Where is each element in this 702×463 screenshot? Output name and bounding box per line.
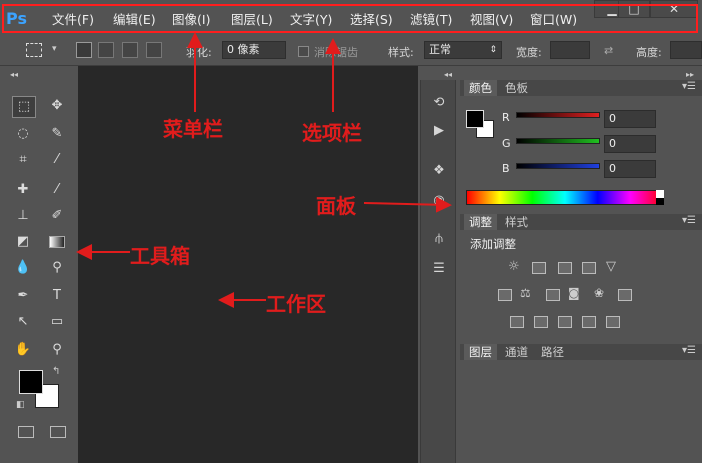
panel-annotation: 面板 — [316, 194, 356, 218]
toolbox-annotation: 工具箱 — [130, 244, 190, 268]
menubar-annotation: 菜单栏 — [163, 117, 223, 141]
panel-arrow — [363, 196, 452, 213]
annotation-arrows — [76, 32, 452, 308]
workarea-annotation: 工作区 — [266, 292, 326, 316]
optionsbar-annotation: 选项栏 — [302, 121, 362, 145]
